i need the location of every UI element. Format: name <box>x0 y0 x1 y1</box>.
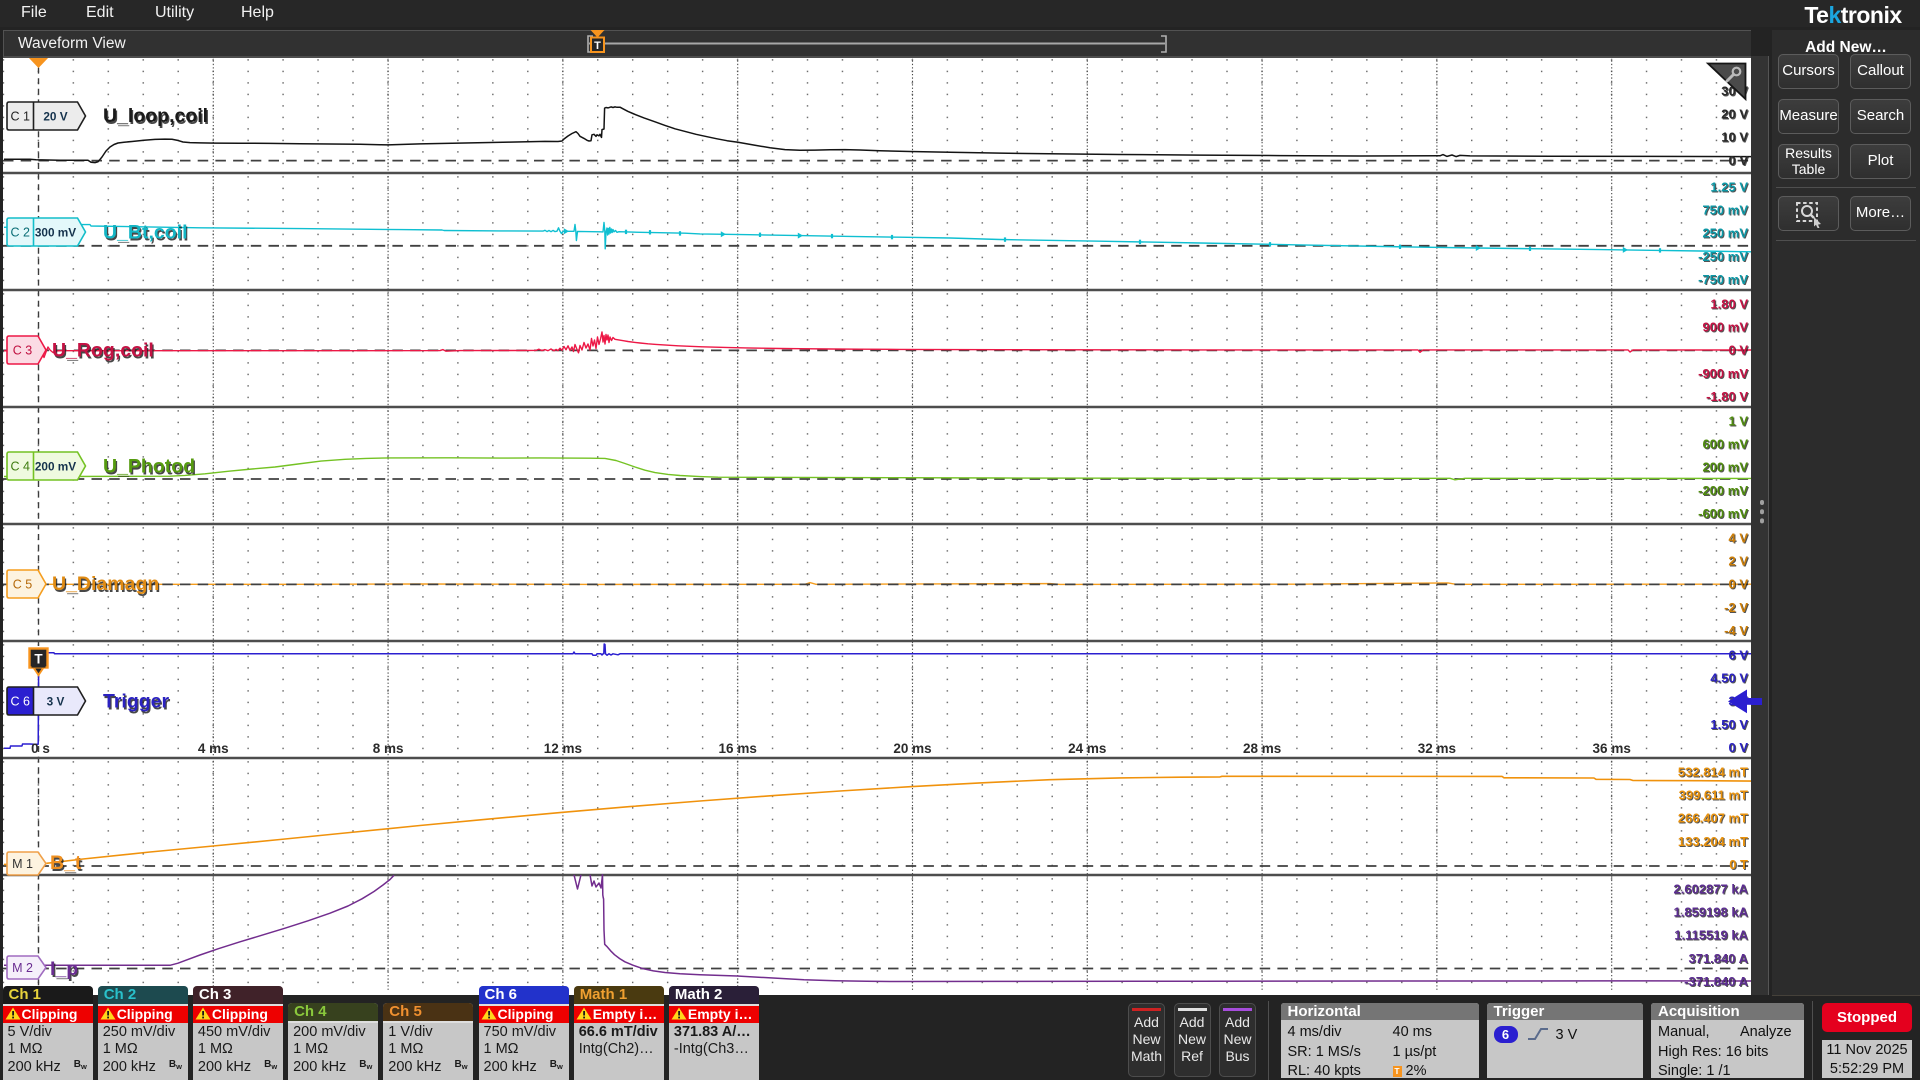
svg-text:0 s: 0 s <box>31 741 50 756</box>
svg-text:U_Photod: U_Photod <box>103 456 195 478</box>
svg-text:399.611 mT: 399.611 mT <box>1679 788 1748 803</box>
svg-text:U_loop,coil: U_loop,coil <box>103 105 208 127</box>
svg-text:750 mV: 750 mV <box>1702 203 1748 218</box>
svg-text:300 mV: 300 mV <box>35 226 76 240</box>
svg-text:4.50 V: 4.50 V <box>1710 671 1748 686</box>
svg-text:M 1: M 1 <box>12 857 33 871</box>
svg-text:B_t: B_t <box>50 852 82 874</box>
svg-text:200 mV: 200 mV <box>1702 460 1748 475</box>
svg-text:C 3: C 3 <box>13 344 33 358</box>
svg-text:M 2: M 2 <box>12 961 33 975</box>
svg-text:-200 mV: -200 mV <box>1698 483 1748 498</box>
svg-text:20 V: 20 V <box>43 110 67 124</box>
svg-text:C 5: C 5 <box>13 578 33 592</box>
svg-text:T: T <box>594 40 601 52</box>
svg-text:4 ms: 4 ms <box>198 741 229 756</box>
svg-text:2 V: 2 V <box>1728 554 1748 569</box>
svg-text:0 V: 0 V <box>1728 740 1748 755</box>
svg-text:900 mV: 900 mV <box>1702 320 1748 335</box>
svg-text:12 ms: 12 ms <box>544 741 582 756</box>
svg-text:1.859198 kA: 1.859198 kA <box>1674 905 1749 920</box>
svg-text:0 V: 0 V <box>1728 343 1748 358</box>
svg-text:1.50 V: 1.50 V <box>1710 717 1748 732</box>
svg-text:250 mV: 250 mV <box>1702 226 1748 241</box>
svg-text:10 V: 10 V <box>1721 130 1748 145</box>
svg-text:133.204 mT: 133.204 mT <box>1678 834 1748 849</box>
svg-text:1.115519 kA: 1.115519 kA <box>1674 928 1748 943</box>
svg-text:371.840 A: 371.840 A <box>1688 951 1748 966</box>
svg-text:600 mV: 600 mV <box>1702 437 1748 452</box>
svg-text:0 T: 0 T <box>1729 857 1748 872</box>
svg-text:-371.840 A: -371.840 A <box>1684 974 1748 989</box>
svg-text:266.407 mT: 266.407 mT <box>1678 811 1748 826</box>
svg-text:20 ms: 20 ms <box>893 741 931 756</box>
svg-text:-4 V: -4 V <box>1724 623 1748 638</box>
svg-text:-600 mV: -600 mV <box>1698 506 1748 521</box>
svg-text:I_p: I_p <box>50 958 78 980</box>
svg-text:16 ms: 16 ms <box>719 741 757 756</box>
svg-text:6 V: 6 V <box>1728 647 1748 662</box>
svg-text:-900 mV: -900 mV <box>1698 366 1748 381</box>
svg-text:1.25 V: 1.25 V <box>1710 179 1748 194</box>
svg-text:-750 mV: -750 mV <box>1698 272 1748 287</box>
svg-text:200 mV: 200 mV <box>35 460 76 474</box>
svg-text:T: T <box>34 652 43 667</box>
svg-text:0 V: 0 V <box>1728 577 1748 592</box>
svg-text:3 V: 3 V <box>47 695 65 709</box>
svg-text:24 ms: 24 ms <box>1068 741 1106 756</box>
svg-text:8 ms: 8 ms <box>373 741 404 756</box>
svg-text:20 V: 20 V <box>1721 107 1748 122</box>
svg-text:C 4: C 4 <box>11 460 31 474</box>
svg-text:C 1: C 1 <box>11 110 31 124</box>
svg-text:0 V: 0 V <box>1728 153 1748 168</box>
svg-text:1.80 V: 1.80 V <box>1710 296 1748 311</box>
svg-text:2.602877 kA: 2.602877 kA <box>1674 881 1749 896</box>
svg-text:1 V: 1 V <box>1728 413 1748 428</box>
svg-text:C 6: C 6 <box>11 695 31 709</box>
svg-text:-1.80 V: -1.80 V <box>1706 389 1748 404</box>
svg-text:-250 mV: -250 mV <box>1698 249 1748 264</box>
svg-text:Trigger: Trigger <box>103 691 170 713</box>
svg-text:32 ms: 32 ms <box>1418 741 1456 756</box>
svg-text:532.814 mT: 532.814 mT <box>1678 764 1748 779</box>
svg-text:U_Bt,coil: U_Bt,coil <box>103 222 188 244</box>
svg-text:U_Rog,coil: U_Rog,coil <box>52 340 154 362</box>
svg-text:C 2: C 2 <box>11 226 31 240</box>
svg-text:-2 V: -2 V <box>1724 600 1748 615</box>
svg-text:28 ms: 28 ms <box>1243 741 1281 756</box>
svg-text:36 ms: 36 ms <box>1593 741 1631 756</box>
svg-text:4 V: 4 V <box>1728 530 1748 545</box>
svg-text:U_Diamagn: U_Diamagn <box>52 573 159 595</box>
